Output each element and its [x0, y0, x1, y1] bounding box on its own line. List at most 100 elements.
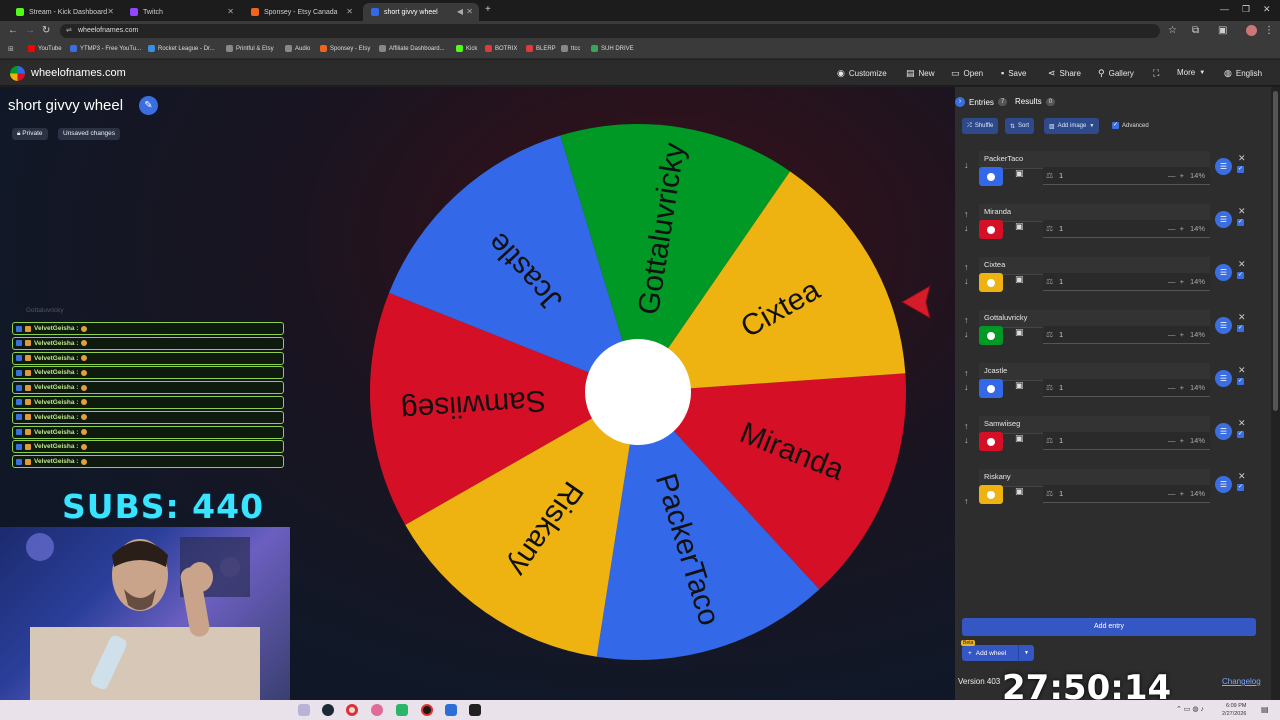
entry-color-button[interactable]	[979, 220, 1003, 239]
apps-icon[interactable]: ⊞	[8, 45, 14, 53]
weight-stepper[interactable]: — +	[1168, 326, 1184, 344]
site-name[interactable]: wheelofnames.com	[31, 67, 126, 79]
close-icon[interactable]: ✕	[346, 7, 353, 16]
menu-share[interactable]: ⋖ Share	[1048, 68, 1081, 79]
browser-tab[interactable]: Twitch ✕	[122, 3, 240, 21]
entry-enabled-checkbox[interactable]: ✓	[1237, 166, 1244, 173]
checkbox-icon[interactable]: ✓	[1112, 122, 1119, 129]
menu-more[interactable]: More ▼	[1177, 68, 1205, 77]
entry-settings-button[interactable]: ☰	[1215, 211, 1232, 228]
reload-icon[interactable]: ↻	[42, 25, 50, 36]
bookmark-item[interactable]: SUH DRIVE	[591, 45, 634, 52]
entry-weight-field[interactable]: ⚖ 1 — + 14%	[1043, 326, 1210, 344]
weight-stepper[interactable]: — +	[1168, 167, 1184, 185]
sort-button[interactable]: ⇅ Sort	[1005, 118, 1035, 134]
image-icon[interactable]: ▣	[1015, 221, 1024, 232]
bookmark-item[interactable]: Audio	[285, 45, 310, 52]
entry-color-button[interactable]	[979, 273, 1003, 292]
back-icon[interactable]: ←	[8, 25, 18, 36]
bookmark-item[interactable]: ttcc	[561, 45, 580, 52]
entry-color-button[interactable]	[979, 167, 1003, 186]
weight-stepper[interactable]: — +	[1168, 273, 1184, 291]
menu-new[interactable]: ▤ New	[906, 68, 935, 79]
remove-entry-icon[interactable]: ✕	[1238, 365, 1246, 376]
move-up-icon[interactable]: ↑	[964, 368, 969, 378]
app-icon[interactable]	[396, 704, 408, 716]
bookmark-item[interactable]: YTMP3 - Free YouTu...	[70, 45, 141, 52]
tab-results[interactable]: Results 0	[1015, 97, 1056, 106]
entry-weight-field[interactable]: ⚖ 1 — + 14%	[1043, 485, 1210, 503]
chevron-right-icon[interactable]: ›	[955, 97, 965, 107]
weight-stepper[interactable]: — +	[1168, 485, 1184, 503]
remove-entry-icon[interactable]: ✕	[1238, 312, 1246, 323]
entry-color-button[interactable]	[979, 379, 1003, 398]
image-icon[interactable]: ▣	[1015, 327, 1024, 338]
entry-weight-field[interactable]: ⚖ 1 — + 14%	[1043, 220, 1210, 238]
entry-weight-field[interactable]: ⚖ 1 — + 14%	[1043, 273, 1210, 291]
terminal-icon[interactable]	[469, 704, 481, 716]
entry-enabled-checkbox[interactable]: ✓	[1237, 272, 1244, 279]
minimize-icon[interactable]: —	[1220, 4, 1229, 14]
image-icon[interactable]: ▣	[1015, 274, 1024, 285]
image-icon[interactable]: ▣	[1015, 380, 1024, 391]
entry-weight-field[interactable]: ⚖ 1 — + 14%	[1043, 379, 1210, 397]
bookmark-item[interactable]: Affiliate Dashboard...	[379, 45, 445, 52]
obs-icon[interactable]	[421, 704, 433, 716]
new-tab-icon[interactable]: +	[485, 4, 491, 15]
remove-entry-icon[interactable]: ✕	[1238, 153, 1246, 164]
steam-icon[interactable]	[322, 704, 334, 716]
tray-icons[interactable]: ⌃ ▭ ◍ ♪	[1176, 705, 1204, 713]
move-up-icon[interactable]: ↑	[964, 421, 969, 431]
entry-enabled-checkbox[interactable]: ✓	[1237, 484, 1244, 491]
entry-weight-field[interactable]: ⚖ 1 — + 14%	[1043, 432, 1210, 450]
bookmark-item[interactable]: Printful & Etsy	[226, 45, 274, 52]
opera-icon[interactable]	[346, 704, 358, 716]
close-icon[interactable]: ✕	[227, 7, 234, 16]
entry-settings-button[interactable]: ☰	[1215, 476, 1232, 493]
entry-settings-button[interactable]: ☰	[1215, 158, 1232, 175]
move-up-icon[interactable]: ↑	[964, 209, 969, 219]
url-input[interactable]: ⇌ wheelofnames.com	[60, 24, 1160, 38]
menu-save[interactable]: ▪ Save	[1001, 68, 1026, 78]
move-down-icon[interactable]: ↓	[964, 329, 969, 339]
menu-language[interactable]: ◍ English	[1224, 68, 1262, 79]
forward-icon[interactable]: →	[25, 25, 35, 36]
entry-enabled-checkbox[interactable]: ✓	[1237, 378, 1244, 385]
bookmark-item[interactable]: Kick	[456, 45, 477, 52]
entry-settings-button[interactable]: ☰	[1215, 264, 1232, 281]
browser-tab[interactable]: Sponsey - Etsy Canada ✕	[243, 3, 359, 21]
entry-enabled-checkbox[interactable]: ✓	[1237, 325, 1244, 332]
menu-open[interactable]: ▭ Open	[951, 68, 983, 79]
private-badge[interactable]: 🔒︎ Private	[12, 128, 48, 140]
move-up-icon[interactable]: ↑	[964, 496, 969, 506]
move-up-icon[interactable]: ↑	[964, 315, 969, 325]
close-window-icon[interactable]: ✕	[1263, 4, 1271, 15]
entry-color-button[interactable]	[979, 485, 1003, 504]
bookmark-item[interactable]: Sponsey - Etsy	[320, 45, 370, 52]
close-icon[interactable]: ✕	[107, 7, 114, 16]
bookmark-item[interactable]: Rocket League - Dr...	[148, 45, 215, 52]
fullscreen-button[interactable]: ⛶	[1153, 68, 1159, 79]
changelog-link[interactable]: Changelog	[1222, 677, 1261, 686]
move-down-icon[interactable]: ↓	[964, 435, 969, 445]
profile-avatar[interactable]	[1246, 25, 1257, 36]
shuffle-button[interactable]: ⤮ Shuffle	[962, 118, 999, 134]
tab-entries[interactable]: › Entries 7	[955, 97, 1008, 107]
move-down-icon[interactable]: ↓	[964, 223, 969, 233]
remove-entry-icon[interactable]: ✕	[1238, 206, 1246, 217]
move-up-icon[interactable]: ↑	[964, 262, 969, 272]
app-icon[interactable]	[371, 704, 383, 716]
sidebar-icon[interactable]: ▣	[1218, 25, 1227, 36]
chevron-down-icon[interactable]: ▼	[1018, 645, 1034, 661]
entry-settings-button[interactable]: ☰	[1215, 423, 1232, 440]
taskbar-clock[interactable]: 6:09 PM 2/27/2026	[1222, 702, 1246, 718]
app-icon[interactable]	[445, 704, 457, 716]
wheel-center-hub[interactable]	[585, 339, 691, 445]
bookmark-item[interactable]: YouTube	[28, 45, 62, 52]
entry-enabled-checkbox[interactable]: ✓	[1237, 431, 1244, 438]
site-info-icon[interactable]: ⇌	[66, 24, 72, 38]
start-icon[interactable]	[298, 704, 310, 716]
entry-enabled-checkbox[interactable]: ✓	[1237, 219, 1244, 226]
name-wheel[interactable]: MirandaPackerTacoRiskanySamwiisegJcastle…	[368, 122, 908, 662]
add-wheel-button[interactable]: Beta + Add wheel ▼	[961, 640, 1034, 661]
